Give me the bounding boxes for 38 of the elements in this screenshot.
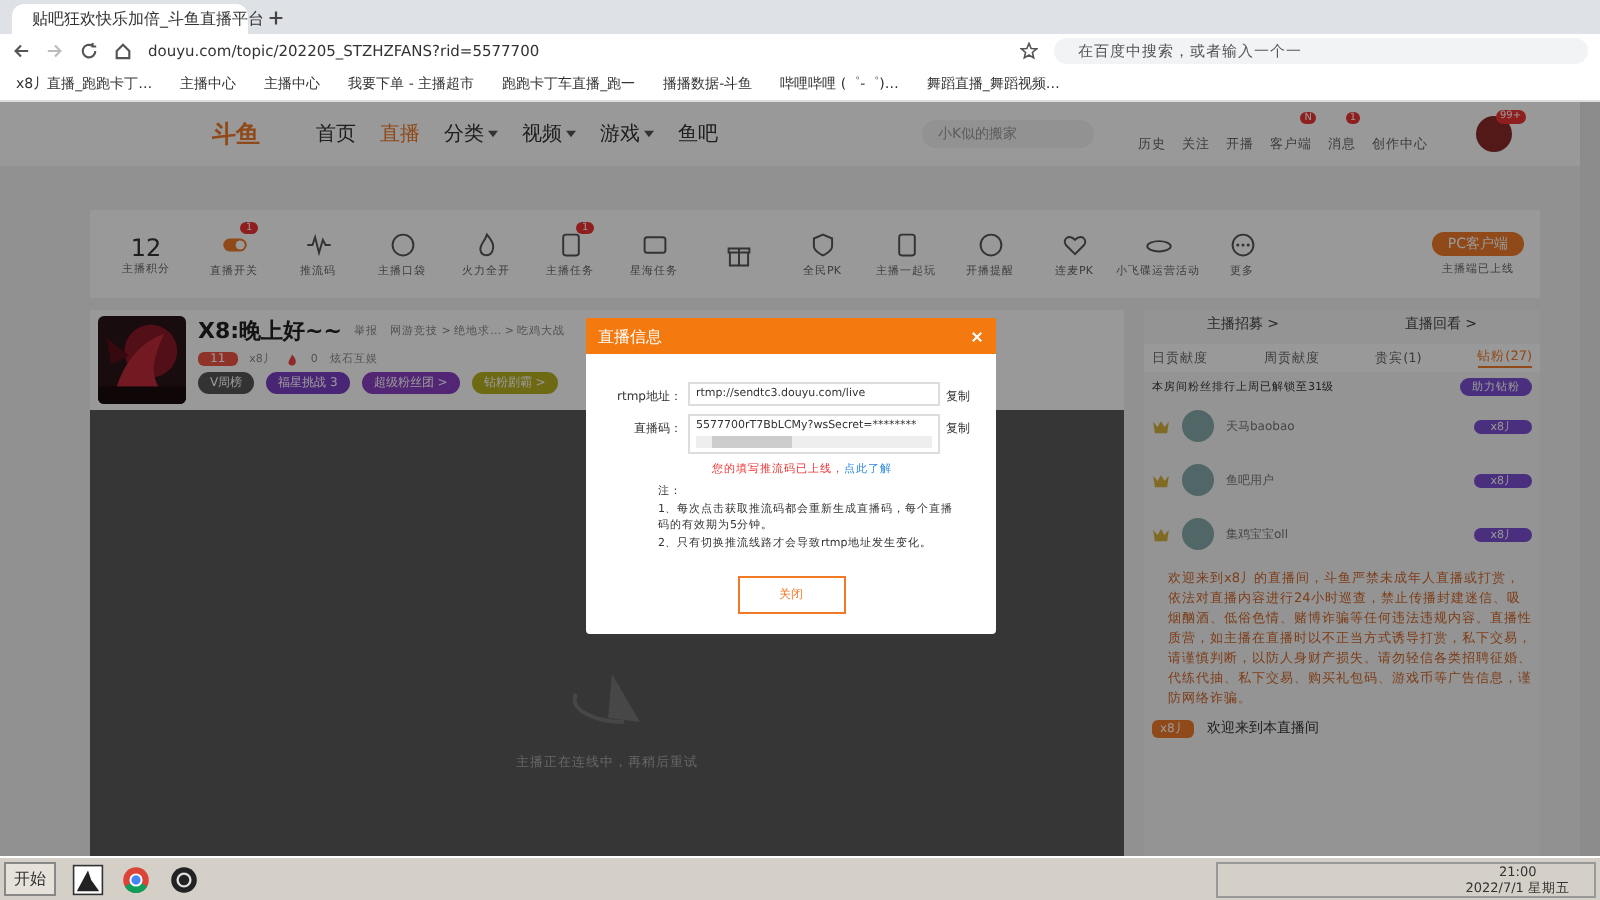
- app-icon[interactable]: [72, 863, 104, 895]
- nav-link[interactable]: 直播: [380, 120, 420, 148]
- flame-icon: [286, 353, 299, 365]
- shield-icon[interactable]: [809, 231, 835, 257]
- scrollbar[interactable]: [1580, 102, 1600, 858]
- reload-icon[interactable]: [80, 42, 98, 60]
- crown-icon: [1152, 473, 1170, 487]
- avatar[interactable]: [1476, 116, 1512, 152]
- more-icon[interactable]: [1229, 231, 1255, 257]
- caret-icon[interactable]: [566, 130, 576, 138]
- logo[interactable]: 斗鱼: [212, 117, 292, 151]
- clipboard-icon[interactable]: [893, 231, 919, 257]
- crown-icon: [1152, 527, 1170, 541]
- caret-icon[interactable]: [644, 130, 654, 138]
- start-button[interactable]: 开始: [4, 862, 56, 896]
- nav-link[interactable]: 首页: [316, 120, 356, 148]
- home-icon[interactable]: [114, 42, 132, 60]
- recorder-icon[interactable]: [168, 863, 200, 895]
- nav-link[interactable]: 鱼吧: [678, 120, 718, 148]
- clipboard-icon[interactable]: [557, 231, 583, 257]
- new-tab-icon[interactable]: [268, 9, 284, 25]
- nav-link[interactable]: 分类: [444, 120, 484, 148]
- heart-icon[interactable]: [1061, 231, 1087, 257]
- waveform-icon[interactable]: [305, 231, 331, 257]
- back-icon[interactable]: [12, 42, 30, 60]
- dialog-title: 直播信息: [598, 325, 662, 347]
- tab-title: 贴吧狂欢快乐加倍_斗鱼直播平台: [32, 8, 264, 30]
- star-icon[interactable]: [1020, 42, 1038, 60]
- flame-icon[interactable]: [473, 231, 499, 257]
- nav-link[interactable]: 视频: [522, 120, 562, 148]
- close-icon[interactable]: [970, 329, 984, 343]
- room-title: X8:晚上好~~: [198, 316, 342, 346]
- nav-link[interactable]: 游戏: [600, 120, 640, 148]
- score-value: 12: [130, 233, 162, 261]
- screen-icon[interactable]: [641, 231, 667, 257]
- browser-icon[interactable]: [120, 863, 152, 895]
- caret-icon[interactable]: [488, 130, 498, 138]
- crown-icon: [1152, 419, 1170, 433]
